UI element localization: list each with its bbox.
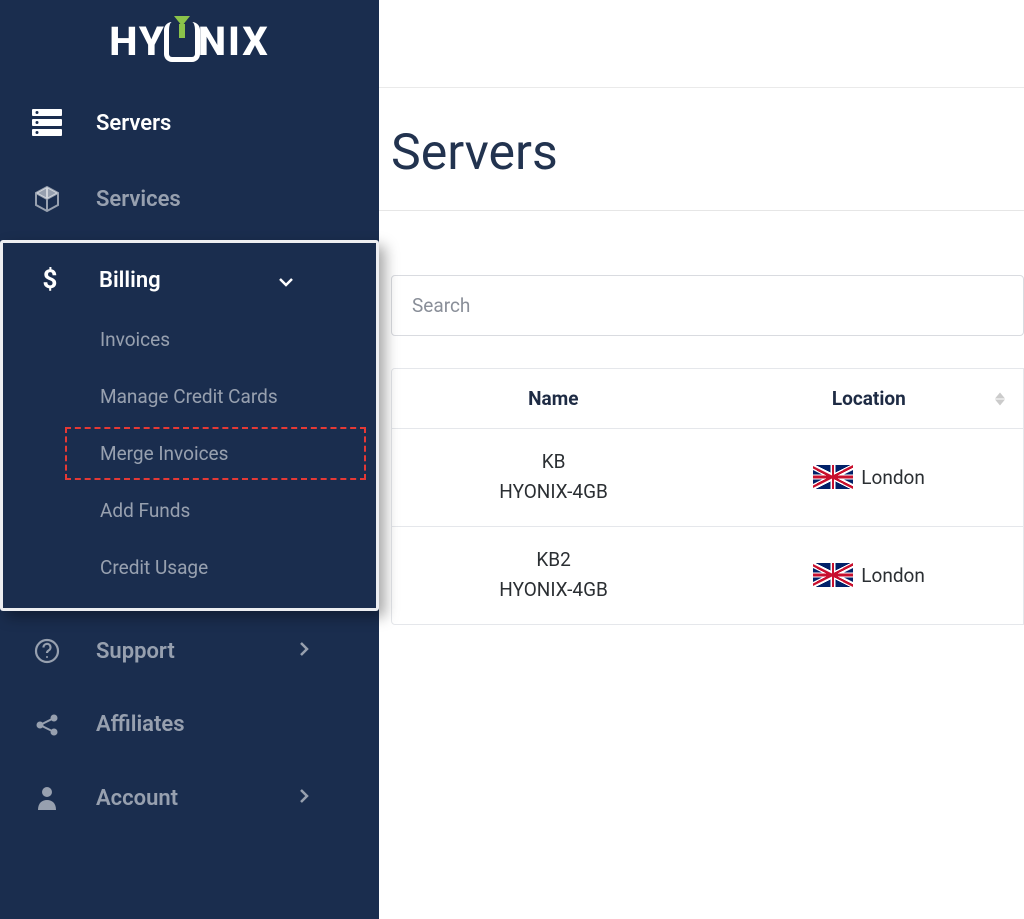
row-name-line2: HYONIX-4GB bbox=[392, 477, 715, 507]
billing-section: $ Billing Invoices Manage Credit Cards M… bbox=[0, 240, 379, 611]
chevron-right-icon bbox=[299, 641, 309, 662]
sub-item-manage-credit-cards[interactable]: Manage Credit Cards bbox=[3, 368, 376, 425]
sidebar-item-servers[interactable]: Servers bbox=[0, 85, 379, 161]
sidebar-item-account[interactable]: Account bbox=[0, 761, 379, 835]
table-header: Name Location bbox=[392, 369, 1023, 429]
sort-icon bbox=[995, 392, 1005, 405]
sub-item-label: Invoices bbox=[100, 328, 170, 351]
sidebar-item-billing[interactable]: $ Billing bbox=[3, 249, 376, 311]
page-title: Servers bbox=[391, 124, 1024, 182]
td-name: KB HYONIX-4GB bbox=[392, 447, 715, 508]
sidebar-item-affiliates[interactable]: Affiliates bbox=[0, 688, 379, 761]
dollar-icon: $ bbox=[33, 267, 67, 293]
question-circle-icon bbox=[30, 638, 64, 664]
th-label: Name bbox=[528, 387, 578, 410]
uk-flag-icon bbox=[813, 563, 853, 587]
sub-item-label: Manage Credit Cards bbox=[100, 385, 278, 408]
search-placeholder: Search bbox=[412, 294, 470, 317]
svg-text:$: $ bbox=[43, 267, 58, 293]
divider bbox=[379, 210, 1024, 211]
row-name-line1: KB bbox=[392, 447, 715, 477]
th-label: Location bbox=[832, 387, 906, 410]
logo[interactable]: HY NIX bbox=[0, 0, 379, 85]
sub-item-label: Add Funds bbox=[100, 499, 190, 522]
services-icon bbox=[30, 185, 64, 213]
servers-icon bbox=[30, 109, 64, 137]
td-location: London bbox=[715, 545, 1023, 606]
chevron-right-icon bbox=[299, 788, 309, 809]
sidebar-item-label: Support bbox=[96, 639, 175, 664]
row-name-line2: HYONIX-4GB bbox=[392, 575, 715, 605]
th-location[interactable]: Location bbox=[715, 369, 1023, 428]
servers-table: Name Location KB HYONIX-4GB London bbox=[391, 368, 1024, 625]
search-input[interactable]: Search bbox=[391, 275, 1024, 336]
td-location: London bbox=[715, 447, 1023, 508]
table-row[interactable]: KB2 HYONIX-4GB London bbox=[392, 527, 1023, 624]
sidebar-item-label: Affiliates bbox=[96, 712, 185, 737]
location-text: London bbox=[861, 466, 925, 489]
sidebar-item-services[interactable]: Services bbox=[0, 161, 379, 237]
header-spacer bbox=[379, 0, 1024, 88]
sidebar-item-label: Services bbox=[96, 187, 181, 212]
sidebar-item-label: Servers bbox=[96, 111, 171, 136]
chevron-down-icon bbox=[278, 268, 294, 293]
user-icon bbox=[30, 785, 64, 811]
sub-item-credit-usage[interactable]: Credit Usage bbox=[3, 539, 376, 596]
share-icon bbox=[30, 713, 64, 737]
th-name[interactable]: Name bbox=[392, 369, 715, 428]
location-text: London bbox=[861, 564, 925, 587]
logo-text: HY NIX bbox=[109, 18, 269, 65]
sub-item-add-funds[interactable]: Add Funds bbox=[3, 482, 376, 539]
sidebar-item-support[interactable]: Support bbox=[0, 614, 379, 688]
sub-item-label: Merge Invoices bbox=[100, 442, 228, 465]
table-row[interactable]: KB HYONIX-4GB London bbox=[392, 429, 1023, 527]
nav: Servers Services $ Billing bbox=[0, 85, 379, 919]
uk-flag-icon bbox=[813, 465, 853, 489]
sidebar: HY NIX Servers bbox=[0, 0, 379, 919]
main-content: Servers Search Name Location KB HYONIX-4… bbox=[379, 0, 1024, 919]
td-name: KB2 HYONIX-4GB bbox=[392, 545, 715, 606]
sub-item-invoices[interactable]: Invoices bbox=[3, 311, 376, 368]
sub-item-merge-invoices[interactable]: Merge Invoices bbox=[3, 425, 376, 482]
sub-item-label: Credit Usage bbox=[100, 556, 208, 579]
logo-o-icon bbox=[164, 22, 200, 62]
row-name-line1: KB2 bbox=[392, 545, 715, 575]
sidebar-item-label: Account bbox=[96, 786, 178, 811]
sidebar-item-label: Billing bbox=[99, 268, 161, 293]
